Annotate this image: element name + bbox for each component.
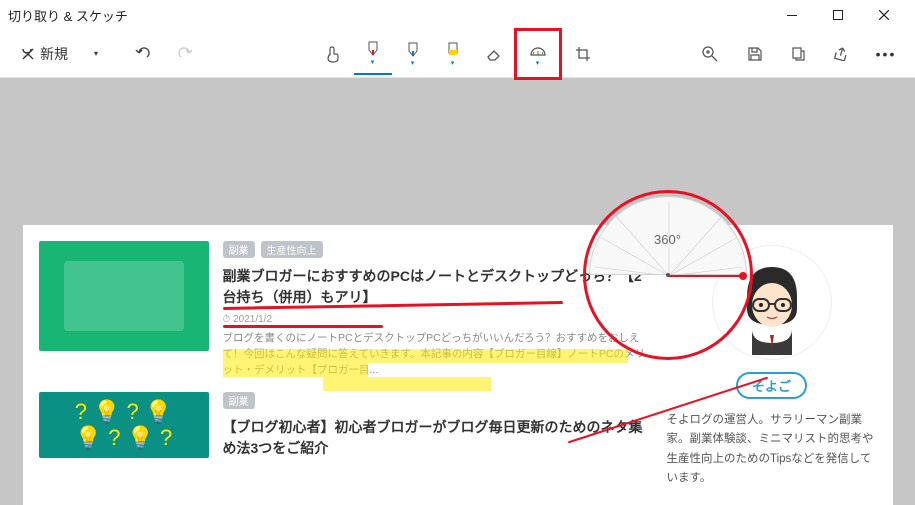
- window-titlebar: 切り取り & スケッチ: [0, 0, 915, 30]
- eraser-button[interactable]: [474, 33, 512, 75]
- scissors-icon: [20, 46, 36, 62]
- copy-button[interactable]: [779, 36, 817, 72]
- chevron-down-icon: ▾: [451, 59, 455, 67]
- pen-red-icon: [366, 40, 380, 56]
- undo-icon: [135, 47, 151, 61]
- save-button[interactable]: [735, 36, 773, 72]
- chevron-down-icon: ▾: [536, 59, 540, 67]
- protractor-angle-label: 360°: [654, 232, 681, 247]
- minimize-button[interactable]: [769, 0, 815, 30]
- new-snip-button[interactable]: 新規: [10, 36, 82, 72]
- blog-post-1: 副業 生産性向上 副業ブロガーにおすすめのPCはノートとデスクトップどっち？【2…: [39, 241, 655, 378]
- red-ink-stroke: [223, 325, 383, 328]
- yellow-highlight-stroke: [223, 349, 628, 363]
- redo-button[interactable]: [166, 36, 204, 72]
- pencil-button[interactable]: ▾: [394, 33, 432, 75]
- save-icon: [747, 46, 762, 61]
- copy-icon: [791, 46, 806, 61]
- ellipsis-icon: •••: [876, 46, 897, 62]
- highlighter-icon: [446, 41, 460, 57]
- post-thumbnail: ? 💡 ? 💡💡 ? 💡 ?: [39, 392, 209, 458]
- maximize-button[interactable]: [815, 0, 861, 30]
- hand-icon: [324, 45, 342, 63]
- zoom-button[interactable]: [691, 36, 729, 72]
- tag: 副業: [223, 241, 255, 258]
- window-controls: [769, 0, 907, 30]
- crop-button[interactable]: [564, 33, 602, 75]
- protractor-needle[interactable]: [668, 275, 744, 277]
- redo-icon: [177, 47, 193, 61]
- chevron-down-icon: ▾: [371, 58, 375, 66]
- yellow-highlight-stroke: [223, 363, 368, 377]
- protractor-highlight: ▾: [514, 28, 562, 80]
- zoom-icon: [702, 46, 718, 62]
- post-thumbnail: [39, 241, 209, 351]
- close-button[interactable]: [861, 0, 907, 30]
- chevron-down-icon: ▾: [411, 59, 415, 67]
- more-button[interactable]: •••: [867, 36, 905, 72]
- tag: 副業: [223, 392, 255, 409]
- blog-main: 副業 生産性向上 副業ブロガーにおすすめのPCはノートとデスクトップどっち？【2…: [39, 241, 655, 489]
- owner-description: そよログの運営人。サラリーマン副業家。副業体験談、ミニマリスト的思考や生産性向上…: [667, 411, 877, 489]
- eraser-icon: [485, 47, 501, 61]
- post-title: 【ブログ初心者】初心者ブロガーがブログ毎日更新のためのネタ集め法3つをご紹介: [223, 417, 655, 459]
- new-label: 新規: [40, 44, 68, 64]
- canvas-area[interactable]: 副業 生産性向上 副業ブロガーにおすすめのPCはノートとデスクトップどっち？【2…: [0, 78, 915, 505]
- toolbar: 新規 ▾ ▾ ▾ ▾: [0, 30, 915, 78]
- highlighter-button[interactable]: ▾: [434, 33, 472, 75]
- blog-post-2: ? 💡 ? 💡💡 ? 💡 ? 副業 【ブログ初心者】初心者ブロガーがブログ毎日更…: [39, 392, 655, 459]
- share-icon: [834, 46, 850, 61]
- undo-button[interactable]: [124, 36, 162, 72]
- yellow-highlight-stroke: [323, 377, 491, 391]
- chevron-down-icon: ▾: [94, 49, 98, 58]
- crop-icon: [575, 46, 591, 62]
- captured-screenshot: 副業 生産性向上 副業ブロガーにおすすめのPCはノートとデスクトップどっち？【2…: [23, 225, 893, 505]
- ballpoint-pen-button[interactable]: ▾: [354, 33, 392, 75]
- protractor-icon: [529, 41, 547, 57]
- share-button[interactable]: [823, 36, 861, 72]
- pen-blue-icon: [406, 41, 420, 57]
- window-title: 切り取り & スケッチ: [8, 6, 769, 25]
- new-snip-dropdown[interactable]: ▾: [86, 36, 104, 72]
- tag: 生産性向上: [261, 241, 323, 258]
- touch-writing-button[interactable]: [314, 33, 352, 75]
- ruler-protractor-button[interactable]: ▾: [519, 33, 557, 75]
- protractor-tool[interactable]: 360°: [583, 190, 753, 360]
